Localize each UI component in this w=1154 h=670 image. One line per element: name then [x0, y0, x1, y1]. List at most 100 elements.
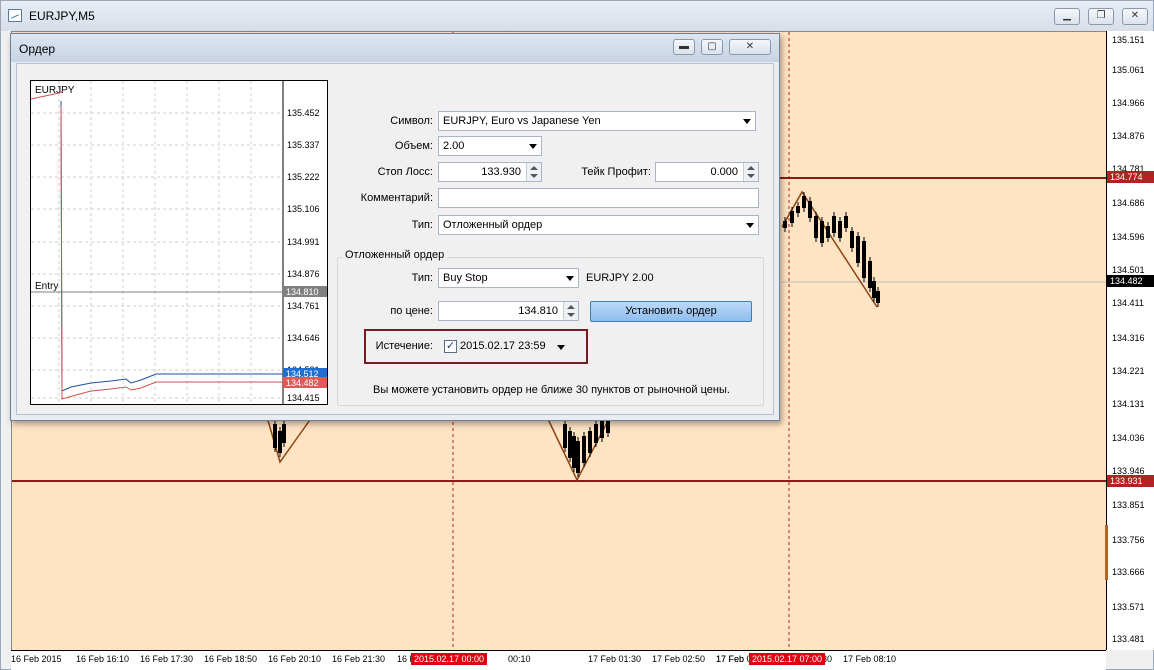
candle-body: [808, 201, 812, 218]
chevron-down-icon[interactable]: [557, 345, 565, 350]
price-tick: 133.571: [1112, 602, 1145, 612]
close-icon: ✕: [745, 41, 755, 52]
time-axis[interactable]: 16 Feb 2015 16 Feb 16:10 16 Feb 17:30 16 Fe…: [11, 650, 1106, 670]
candle-body: [838, 221, 842, 238]
price-tick: 134.501: [1112, 265, 1145, 275]
symbol-label: Символ:: [390, 115, 433, 127]
symbol-select[interactable]: EURJPY, Euro vs Japanese Yen: [438, 111, 756, 131]
pending-type-label: Тип:: [411, 272, 433, 284]
chevron-down-icon: [743, 119, 751, 124]
candle-body: [582, 436, 586, 463]
pending-type-select[interactable]: Buy Stop: [438, 268, 579, 288]
price-axis[interactable]: 135.151 135.061 134.966 134.876 134.781 134.6…: [1105, 31, 1154, 650]
arrow-down-icon: [567, 313, 575, 317]
stop-loss-label: Стоп Лосс:: [377, 166, 433, 178]
price-tick: 133.756: [1112, 535, 1145, 545]
price-value: 134.810: [518, 305, 558, 317]
candle-body: [588, 431, 592, 453]
time-tick: 16 Feb 18:50: [204, 654, 258, 664]
arrow-down-icon: [530, 174, 538, 178]
order-type-select[interactable]: Отложенный ордер: [438, 215, 759, 235]
dialog-title: Ордер: [19, 42, 56, 56]
chart-icon: [8, 9, 22, 22]
mini-price-tick: 135.106: [287, 204, 320, 214]
arrow-up-icon: [567, 305, 575, 309]
comment-input[interactable]: [438, 188, 759, 208]
expiry-datetime[interactable]: 2015.02.17 23:59: [460, 340, 546, 352]
stop-loss-value: 133.930: [481, 166, 521, 178]
arrow-down-icon: [747, 174, 755, 178]
minimize-button[interactable]: ▁: [1054, 8, 1080, 25]
take-profit-label: Тейк Профит:: [581, 166, 651, 178]
take-profit-spinner[interactable]: [743, 163, 758, 181]
order-dialog: Ордер ▬ ▢ ✕ 135.452 135.337 135.222 135.106…: [10, 33, 780, 421]
comment-label: Комментарий:: [360, 192, 433, 204]
candle-body: [844, 216, 848, 228]
minimize-icon: ▁: [1063, 10, 1071, 21]
dialog-minimize-button[interactable]: ▬: [673, 39, 695, 55]
candle-body: [856, 236, 860, 263]
price-spinner[interactable]: [563, 302, 578, 320]
candle-body: [576, 441, 580, 473]
pending-type-value: Buy Stop: [443, 272, 488, 284]
time-tick: 17 Feb 08:10: [843, 654, 897, 664]
time-tick: 16 Feb 17:30: [140, 654, 194, 664]
dialog-maximize-button[interactable]: ▢: [701, 39, 723, 55]
candle-body: [568, 431, 572, 458]
candle-body: [563, 424, 567, 448]
volume-select[interactable]: 2.00: [438, 136, 542, 156]
price-tick: 134.221: [1112, 366, 1145, 376]
candle-body: [600, 421, 604, 438]
time-tick: 16 Feb 16:10: [76, 654, 130, 664]
set-order-button[interactable]: Установить ордер: [590, 301, 752, 322]
candle-body: [796, 206, 800, 213]
time-tick: 00:10: [508, 654, 531, 664]
mini-chart-canvas: 135.452 135.337 135.222 135.106 134.991 134.8…: [30, 81, 327, 404]
candle-body: [606, 419, 610, 433]
time-tick: 16 Feb 2015: [11, 654, 62, 664]
time-tick: 16 Feb 20:10: [268, 654, 322, 664]
chart-title: EURJPY,M5: [29, 9, 95, 23]
price-input[interactable]: 134.810: [438, 301, 579, 321]
dialog-titlebar[interactable]: Ордер ▬ ▢ ✕: [11, 34, 779, 62]
candle-body: [872, 281, 876, 298]
price-tick: 134.686: [1112, 198, 1145, 208]
candle-body: [876, 291, 880, 303]
price-tick: 134.966: [1112, 98, 1145, 108]
price-tick: 134.411: [1112, 298, 1144, 308]
arrow-up-icon: [747, 166, 755, 170]
time-tick: 17 Feb 02:50: [652, 654, 706, 664]
price-tick: 133.481: [1112, 634, 1145, 644]
time-tag: 2015.02.17 07:00: [749, 653, 826, 665]
take-profit-input[interactable]: 0.000: [655, 162, 759, 182]
maximize-button[interactable]: ❐: [1088, 8, 1114, 25]
time-tick: 17 Feb 01:30: [588, 654, 642, 664]
volume-label: Объем:: [394, 140, 433, 152]
candle-body: [594, 424, 598, 443]
price-tag: 134.774: [1107, 171, 1154, 183]
mini-price-tick: 135.222: [287, 172, 320, 182]
dialog-body: 135.452 135.337 135.222 135.106 134.991 134.8…: [16, 63, 774, 415]
price-tick: 135.061: [1112, 65, 1145, 75]
mini-price-tick: 135.452: [287, 108, 320, 118]
order-type-value: Отложенный ордер: [443, 219, 543, 231]
close-button[interactable]: ✕: [1122, 8, 1148, 25]
stop-loss-spinner[interactable]: [526, 163, 541, 181]
volume-value: 2.00: [443, 140, 465, 152]
price-tick: 134.596: [1112, 232, 1145, 242]
maximize-icon: ❐: [1096, 10, 1106, 21]
stop-loss-input[interactable]: 133.930: [438, 162, 542, 182]
mini-price-tick: 134.876: [287, 269, 320, 279]
chevron-down-icon: [529, 144, 537, 149]
dialog-close-button[interactable]: ✕: [729, 39, 771, 55]
hint-text: Вы можете установить ордер не ближе 30 п…: [373, 384, 730, 396]
close-icon: ✕: [1130, 10, 1140, 21]
chart-titlebar[interactable]: EURJPY,M5 ▁ ❐ ✕: [1, 1, 1153, 31]
expiry-checkbox[interactable]: ✓: [444, 340, 457, 353]
symbol-value: EURJPY, Euro vs Japanese Yen: [443, 115, 601, 127]
price-tick: 135.151: [1112, 35, 1145, 45]
price-tag: 134.482: [1107, 275, 1154, 287]
pending-type-info: EURJPY 2.00: [586, 272, 654, 284]
price-label: по цене:: [390, 305, 433, 317]
price-tick: 133.666: [1112, 567, 1145, 577]
